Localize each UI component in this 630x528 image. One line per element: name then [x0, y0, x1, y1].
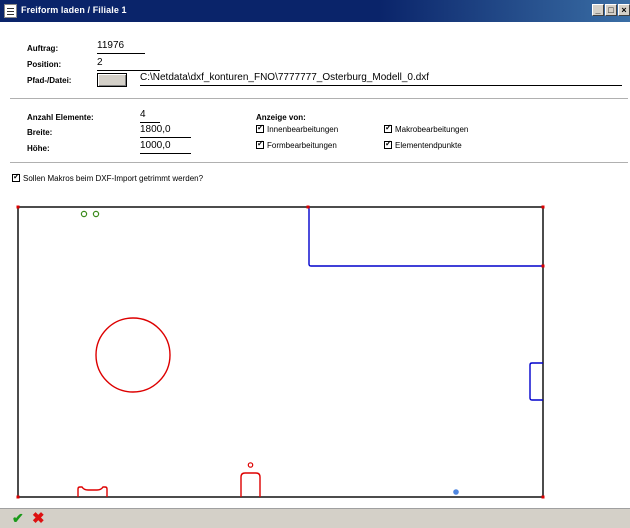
x-icon[interactable]: ✖ [32, 509, 45, 527]
makros-trimmen-checkbox[interactable] [12, 172, 20, 182]
separator [10, 162, 628, 163]
app-document-icon [4, 4, 17, 18]
formbearbeitungen-checkbox[interactable] [256, 139, 264, 149]
blue-endpoint-dot [453, 489, 459, 495]
checkmark-icon[interactable]: ✔ [12, 510, 24, 527]
makrobearbeitungen-label: Makrobearbeitungen [395, 125, 469, 134]
hoehe-value: 1000,0 [140, 140, 191, 154]
red-circle-cutout [95, 317, 171, 393]
auftrag-value: 11976 [97, 40, 145, 54]
position-label: Position: [27, 60, 62, 69]
green-hole-1 [80, 210, 88, 218]
formbearbeitungen-label: Formbearbeitungen [267, 141, 337, 150]
elementendpunkte-label: Elementendpunkte [395, 141, 462, 150]
position-value: 2 [97, 57, 160, 71]
title-bar: Freiform laden / Filiale 1 _ □ × [0, 0, 630, 22]
browse-file-button[interactable] [97, 73, 127, 87]
green-hole-2 [92, 210, 100, 218]
elementendpunkte-checkbox[interactable] [384, 139, 392, 149]
red-bottom-cutout-mid [240, 472, 261, 497]
breite-value: 1800,0 [140, 124, 191, 138]
makros-trimmen-label: Sollen Makros beim DXF-Import getrimmt w… [23, 174, 204, 183]
footer-bar: ✔ ✖ [0, 508, 630, 528]
innenbearbeitungen-checkbox[interactable] [256, 123, 264, 133]
blue-notch-top [308, 207, 543, 267]
window-title: Freiform laden / Filiale 1 [21, 5, 127, 15]
breite-label: Breite: [27, 128, 53, 137]
close-button[interactable]: × [618, 4, 630, 16]
dxf-drawing [16, 205, 545, 499]
hoehe-label: Höhe: [27, 144, 50, 153]
minimize-button[interactable]: _ [592, 4, 604, 16]
pfad-label: Pfad-/Datei: [27, 76, 72, 85]
pfad-value: C:\Netdata\dxf_konturen_FNO\7777777_Oste… [140, 72, 622, 86]
maximize-button[interactable]: □ [605, 4, 617, 16]
dxf-preview-canvas[interactable] [10, 201, 601, 502]
makrobearbeitungen-checkbox[interactable] [384, 123, 392, 133]
red-bottom-cutout-left [77, 486, 108, 497]
blue-notch-right [529, 362, 543, 401]
red-small-hole [247, 462, 254, 468]
anzahl-value: 4 [140, 109, 160, 123]
auftrag-label: Auftrag: [27, 44, 59, 53]
anzeige-header: Anzeige von: [256, 113, 306, 122]
anzahl-label: Anzahl Elemente: [27, 113, 94, 122]
separator [10, 98, 628, 99]
innenbearbeitungen-label: Innenbearbeitungen [267, 125, 339, 134]
